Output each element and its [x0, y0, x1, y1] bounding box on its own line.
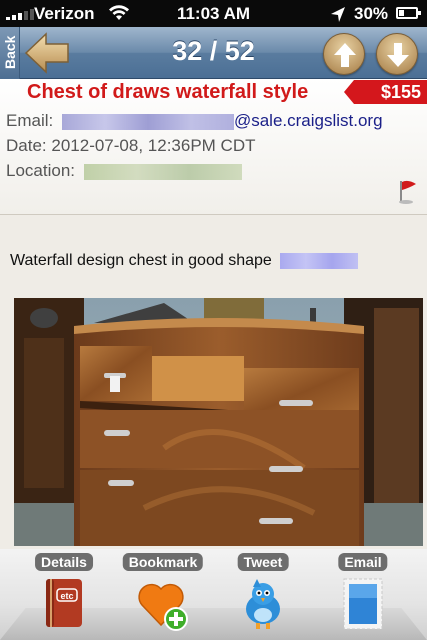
email-button[interactable]: Email — [318, 553, 408, 639]
redacted-email — [61, 113, 234, 130]
location-label: Location: — [6, 161, 75, 180]
details-book-icon: etc — [46, 579, 82, 627]
details-button[interactable]: Details etc — [19, 553, 109, 639]
redacted-text — [280, 252, 359, 269]
battery-percent: 30% — [354, 4, 389, 23]
email-domain[interactable]: @sale.craigslist.org — [234, 111, 383, 130]
bookmark-button[interactable]: Bookmark — [118, 553, 208, 639]
flag-icon[interactable] — [398, 179, 418, 205]
tweet-button[interactable]: Tweet — [218, 553, 308, 639]
previous-listing-button[interactable] — [323, 33, 365, 75]
description-text: Waterfall design chest in good shape — [10, 252, 272, 269]
bookmark-label: Bookmark — [122, 553, 204, 571]
redacted-location — [83, 163, 242, 180]
email-button-label: Email — [338, 553, 388, 571]
bookmark-heart-icon — [138, 583, 188, 631]
status-bar: Verizon 11:03 AM 30% — [0, 0, 427, 27]
chest-of-drawers-image — [14, 298, 423, 546]
arrow-up-icon — [334, 43, 356, 67]
date-row: Date: 2012-07-08, 12:36PM CDT — [6, 136, 255, 156]
tweet-label: Tweet — [237, 553, 289, 571]
date-value: 2012-07-08, 12:36PM CDT — [51, 136, 256, 155]
arrow-down-icon — [387, 43, 409, 67]
price-tag: $155 — [344, 80, 427, 104]
location-row: Location: — [6, 161, 242, 181]
email-label: Email: — [6, 111, 54, 130]
listing-description: Waterfall design chest in good shape — [10, 252, 359, 270]
listing-title: Chest of draws waterfall style — [27, 81, 309, 103]
date-label: Date: — [6, 136, 47, 155]
navigation-bar: Back 32 / 52 — [0, 27, 427, 79]
battery-icon — [396, 7, 421, 19]
email-stamp-icon — [343, 578, 383, 630]
location-arrow-icon — [331, 7, 345, 22]
svg-text:etc: etc — [60, 591, 73, 601]
next-listing-button[interactable] — [376, 33, 418, 75]
listing-photo[interactable] — [14, 298, 423, 546]
twitter-bird-icon — [246, 579, 280, 629]
details-label: Details — [35, 553, 93, 571]
email-row: Email: @sale.craigslist.org — [6, 111, 383, 131]
